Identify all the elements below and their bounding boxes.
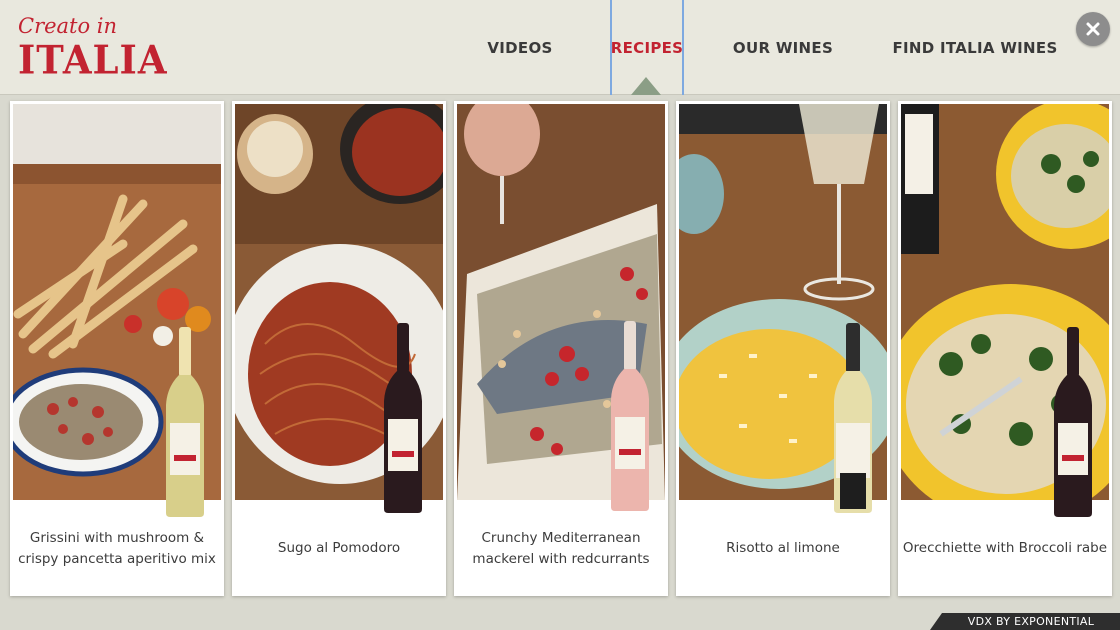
recipe-title: Sugo al Pomodoro	[277, 540, 401, 556]
recipe-title: Grissini with mushroom & crispy pancetta…	[18, 529, 216, 567]
close-icon	[1086, 22, 1100, 36]
recipe-title: Orecchiette with Broccoli rabe	[902, 540, 1108, 556]
wine-bottle-icon	[1054, 327, 1092, 517]
recipe-title: Crunchy Mediterranean mackerel with redc…	[472, 529, 650, 567]
recipe-card-risotto[interactable]: Risotto al limone	[676, 101, 890, 596]
main-nav: VIDEOS RECIPES OUR WINES FIND ITALIA WIN…	[0, 0, 1120, 95]
recipe-card-grissini[interactable]: Grissini with mushroom & crispy pancetta…	[10, 101, 224, 596]
footer-credit-badge[interactable]: VDX BY EXPONENTIAL	[930, 613, 1120, 630]
recipe-title: Risotto al limone	[726, 540, 840, 556]
recipe-card-mackerel[interactable]: Crunchy Mediterranean mackerel with redc…	[454, 101, 668, 596]
wine-bottle-icon	[384, 323, 422, 513]
recipe-card-sugo[interactable]: Sugo al Pomodoro	[232, 101, 446, 596]
wine-bottle-icon	[611, 321, 649, 511]
wine-bottle-icon	[834, 323, 872, 513]
nav-our-wines[interactable]: OUR WINES	[716, 0, 850, 95]
wine-bottle-icon	[166, 327, 204, 517]
nav-find-italia-wines[interactable]: FIND ITALIA WINES	[886, 0, 1064, 95]
close-button[interactable]	[1076, 12, 1110, 46]
nav-videos[interactable]: VIDEOS	[470, 0, 570, 95]
active-tab-pointer	[631, 77, 661, 95]
recipe-cards: Grissini with mushroom & crispy pancetta…	[10, 101, 1112, 596]
top-header: Creato in ITALIA VIDEOS RECIPES OUR WINE…	[0, 0, 1120, 95]
recipe-card-orecchiette[interactable]: Orecchiette with Broccoli rabe	[898, 101, 1112, 596]
